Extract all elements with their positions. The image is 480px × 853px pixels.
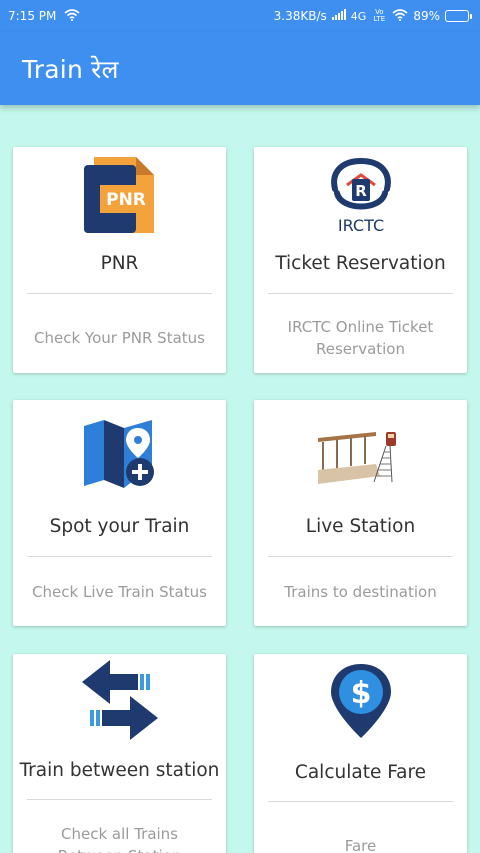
- divider: [27, 293, 212, 294]
- divider: [27, 799, 212, 800]
- volte-badge: Vo LTE: [373, 8, 386, 23]
- pnr-icon: PNR: [80, 155, 160, 235]
- divider: [27, 556, 212, 557]
- card-title: PNR: [100, 253, 139, 274]
- status-bar: 7:15 PM 3.38KB/s 4G Vo LTE 89%: [0, 0, 480, 32]
- card-subtitle: Check all Trains Between Station: [58, 825, 182, 853]
- card-live-station[interactable]: Live Station Trains to destination: [254, 400, 467, 626]
- card-subtitle: Fare: [344, 837, 377, 853]
- card-title: Spot your Train: [49, 516, 190, 537]
- svg-text:$: $: [350, 676, 371, 711]
- divider: [268, 801, 453, 802]
- svg-text:R: R: [355, 182, 367, 200]
- card-title: Ticket Reservation: [275, 253, 446, 274]
- svg-text:IRCTC: IRCTC: [337, 216, 383, 235]
- card-subtitle: IRCTC Online Ticket Reservation: [287, 318, 434, 358]
- signal-icon: [331, 9, 346, 23]
- station-platform-icon: [316, 422, 406, 492]
- swap-arrows-icon: [80, 656, 160, 740]
- divider: [268, 293, 453, 294]
- battery-percent: 89%: [413, 9, 440, 23]
- card-train-between-station[interactable]: Train between station Check all Trains B…: [13, 654, 226, 853]
- wifi-icon: [64, 8, 80, 24]
- card-title: Train between station: [19, 760, 220, 781]
- card-ticket-reservation[interactable]: R IRCTC Ticket Reservation IRCTC Online …: [254, 147, 467, 373]
- svg-text:PNR: PNR: [106, 190, 146, 210]
- card-subtitle: Check Your PNR Status: [34, 329, 205, 347]
- card-spot-your-train[interactable]: Spot your Train Check Live Train Status: [13, 400, 226, 626]
- network-speed: 3.38KB/s: [273, 9, 327, 23]
- card-title: Calculate Fare: [294, 762, 427, 783]
- app-title: Train रेल: [22, 54, 119, 84]
- network-type: 4G: [350, 9, 367, 23]
- card-pnr[interactable]: PNR PNR Check Your PNR Status: [13, 147, 226, 373]
- map-location-icon: [80, 418, 160, 498]
- divider: [268, 556, 453, 557]
- card-calculate-fare[interactable]: $ Calculate Fare Fare: [254, 654, 467, 853]
- card-title: Live Station: [305, 516, 416, 537]
- irctc-logo-icon: R IRCTC: [321, 155, 401, 235]
- dollar-pin-icon: $: [321, 660, 401, 740]
- battery-icon: [445, 10, 472, 22]
- status-time: 7:15 PM: [8, 9, 57, 23]
- wifi-icon: [392, 8, 408, 24]
- card-subtitle: Trains to destination: [284, 583, 437, 601]
- card-subtitle: Check Live Train Status: [32, 583, 207, 601]
- app-bar: Train रेल: [0, 32, 480, 105]
